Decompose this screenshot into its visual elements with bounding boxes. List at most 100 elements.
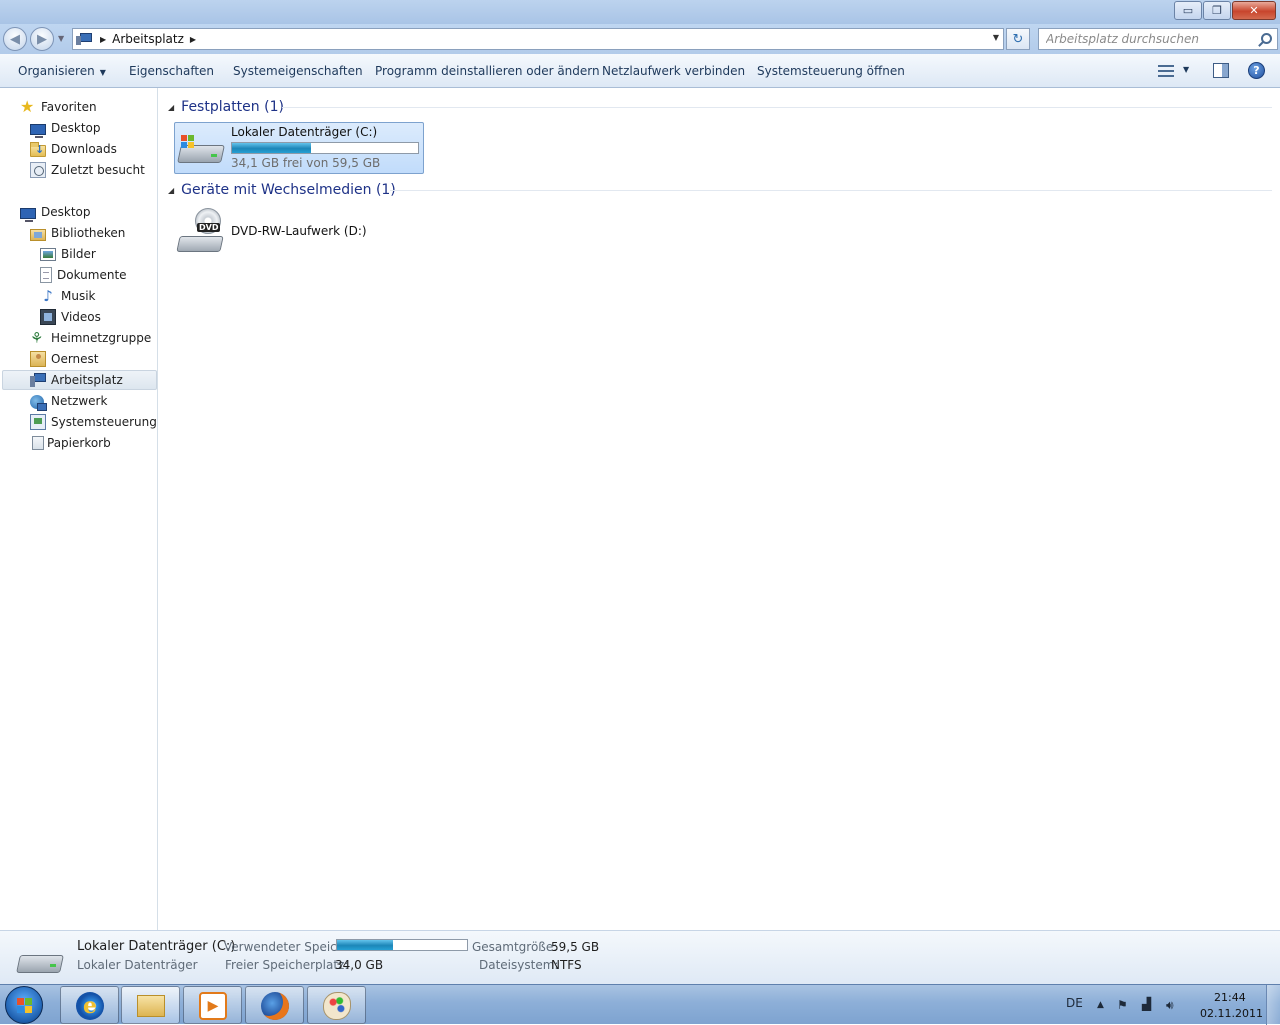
nav-label: Arbeitsplatz bbox=[51, 373, 123, 387]
refresh-button[interactable]: ↻ bbox=[1006, 28, 1030, 50]
preview-pane-icon[interactable] bbox=[1213, 63, 1229, 78]
breadcrumb-arbeitsplatz[interactable]: Arbeitsplatz bbox=[112, 32, 184, 46]
caption-buttons: ▭ ❐ ✕ bbox=[1173, 1, 1276, 20]
breadcrumb-chevron-icon[interactable]: ▶ bbox=[100, 35, 106, 44]
search-box[interactable] bbox=[1038, 28, 1278, 50]
music-icon: ♪ bbox=[43, 287, 53, 305]
title-bar: ▭ ❐ ✕ bbox=[0, 0, 1280, 24]
desktop-icon bbox=[30, 123, 46, 138]
videos-icon bbox=[40, 309, 56, 325]
details-drive-type: Lokaler Datenträger bbox=[77, 958, 198, 972]
homegroup-icon: ⚘ bbox=[30, 329, 44, 347]
libraries-icon bbox=[30, 228, 46, 241]
view-dropdown-icon[interactable]: ▼ bbox=[1183, 65, 1189, 74]
group-divider bbox=[390, 190, 1272, 191]
start-button[interactable] bbox=[5, 986, 43, 1024]
system-properties-button[interactable]: Systemeigenschaften bbox=[233, 64, 363, 78]
nav-label: Favoriten bbox=[41, 100, 97, 114]
nav-fav-recent[interactable]: Zuletzt besucht bbox=[30, 160, 145, 180]
forward-arrow-icon: ▶ bbox=[37, 31, 47, 47]
drive-c-tile[interactable]: Lokaler Datenträger (C:) 34,1 GB frei vo… bbox=[174, 122, 424, 174]
nav-desktop[interactable]: Desktop bbox=[20, 202, 91, 222]
nav-label: Bilder bbox=[61, 247, 96, 261]
computer-icon bbox=[76, 32, 94, 46]
desktop-icon bbox=[20, 207, 36, 222]
volume-icon[interactable]: 🔊︎ bbox=[1166, 998, 1174, 1013]
nav-fav-desktop[interactable]: Desktop bbox=[30, 118, 101, 138]
taskbar-media-player[interactable]: ▶ bbox=[183, 986, 242, 1024]
open-control-panel-button[interactable]: Systemsteuerung öffnen bbox=[757, 64, 905, 78]
computer-icon bbox=[30, 372, 46, 388]
nav-user-folder[interactable]: Oernest bbox=[30, 349, 99, 369]
search-icon[interactable] bbox=[1261, 33, 1272, 44]
view-options-icon[interactable] bbox=[1158, 64, 1174, 78]
drive-d-tile[interactable]: DVD DVD-RW-Laufwerk (D:) bbox=[174, 205, 424, 257]
nav-label: Musik bbox=[61, 289, 96, 303]
group-header-hard-disks[interactable]: ◢ Festplatten (1) bbox=[168, 96, 284, 118]
taskbar: e ▶ DE ▲ ⚑ ▟ 🔊︎ 21:44 02.11.2011 bbox=[0, 984, 1280, 1025]
clock-time[interactable]: 21:44 bbox=[1214, 991, 1246, 1004]
action-center-flag-icon[interactable]: ⚑ bbox=[1117, 998, 1128, 1012]
details-fs-value: NTFS bbox=[551, 958, 582, 972]
group-header-removable[interactable]: ◢ Geräte mit Wechselmedien (1) bbox=[168, 179, 396, 201]
nav-recycle-bin[interactable]: Papierkorb bbox=[30, 433, 111, 453]
taskbar-firefox[interactable] bbox=[245, 986, 304, 1024]
nav-label: Downloads bbox=[51, 142, 117, 156]
help-icon[interactable]: ? bbox=[1248, 62, 1265, 79]
map-network-drive-button[interactable]: Netzlaufwerk verbinden bbox=[602, 64, 745, 78]
search-input[interactable] bbox=[1039, 29, 1249, 49]
show-hidden-icons-icon[interactable]: ▲ bbox=[1097, 1000, 1104, 1010]
minimize-button[interactable]: ▭ bbox=[1174, 1, 1202, 20]
organize-menu[interactable]: Organisieren ▼ bbox=[18, 64, 106, 78]
group-title: Festplatten (1) bbox=[181, 99, 284, 115]
show-desktop-button[interactable] bbox=[1266, 985, 1280, 1025]
firefox-icon bbox=[261, 992, 289, 1020]
group-title: Geräte mit Wechselmedien (1) bbox=[181, 182, 396, 198]
taskbar-explorer[interactable] bbox=[121, 986, 180, 1024]
control-panel-icon bbox=[30, 414, 46, 430]
nav-favorites[interactable]: ★ Favoriten bbox=[20, 97, 97, 117]
nav-fav-downloads[interactable]: Downloads bbox=[30, 139, 117, 159]
nav-music[interactable]: ♪ Musik bbox=[40, 286, 96, 306]
nav-label: Systemsteuerung bbox=[51, 415, 157, 429]
language-indicator[interactable]: DE bbox=[1066, 996, 1083, 1010]
history-dropdown-icon[interactable]: ▼ bbox=[58, 34, 64, 43]
star-icon: ★ bbox=[20, 97, 35, 116]
address-bar[interactable]: ▶ Arbeitsplatz ▶ ▼ bbox=[72, 28, 1004, 50]
nav-documents[interactable]: Dokumente bbox=[40, 265, 127, 285]
address-dropdown-icon[interactable]: ▼ bbox=[993, 33, 999, 42]
nav-libraries[interactable]: Bibliotheken bbox=[30, 223, 125, 243]
taskbar-paint[interactable] bbox=[307, 986, 366, 1024]
windows-logo-icon bbox=[181, 135, 195, 149]
breadcrumb-chevron-icon[interactable]: ▶ bbox=[190, 35, 196, 44]
uninstall-program-button[interactable]: Programm deinstallieren oder ändern bbox=[375, 64, 600, 78]
dvd-badge: DVD bbox=[197, 223, 221, 232]
hard-drive-icon bbox=[177, 135, 225, 165]
maximize-button[interactable]: ❐ bbox=[1203, 1, 1231, 20]
nav-homegroup[interactable]: ⚘ Heimnetzgruppe bbox=[30, 328, 151, 348]
nav-network[interactable]: Netzwerk bbox=[30, 391, 107, 411]
forward-button[interactable]: ▶ bbox=[30, 27, 54, 51]
collapse-triangle-icon[interactable]: ◢ bbox=[168, 103, 174, 112]
nav-pictures[interactable]: Bilder bbox=[40, 244, 96, 264]
dropdown-arrow-icon: ▼ bbox=[99, 68, 106, 77]
back-button[interactable]: ◀ bbox=[3, 27, 27, 51]
close-button[interactable]: ✕ bbox=[1232, 1, 1276, 20]
nav-label: Netzwerk bbox=[51, 394, 108, 408]
collapse-triangle-icon[interactable]: ◢ bbox=[168, 186, 174, 195]
recycle-bin-icon bbox=[32, 436, 44, 450]
recent-places-icon bbox=[30, 162, 46, 178]
nav-control-panel[interactable]: Systemsteuerung bbox=[30, 412, 157, 432]
folder-icon bbox=[137, 995, 165, 1017]
properties-button[interactable]: Eigenschaften bbox=[129, 64, 214, 78]
nav-label: Heimnetzgruppe bbox=[51, 331, 152, 345]
details-free-value: 34,0 GB bbox=[335, 958, 384, 972]
nav-computer[interactable]: Arbeitsplatz bbox=[2, 370, 157, 390]
clock-date[interactable]: 02.11.2011 bbox=[1200, 1007, 1263, 1020]
network-signal-icon[interactable]: ▟ bbox=[1142, 997, 1151, 1011]
nav-label: Papierkorb bbox=[47, 436, 111, 450]
nav-videos[interactable]: Videos bbox=[40, 307, 101, 327]
taskbar-internet-explorer[interactable]: e bbox=[60, 986, 119, 1024]
nav-label: Bibliotheken bbox=[51, 226, 126, 240]
drive-c-usage-fill bbox=[232, 143, 312, 153]
